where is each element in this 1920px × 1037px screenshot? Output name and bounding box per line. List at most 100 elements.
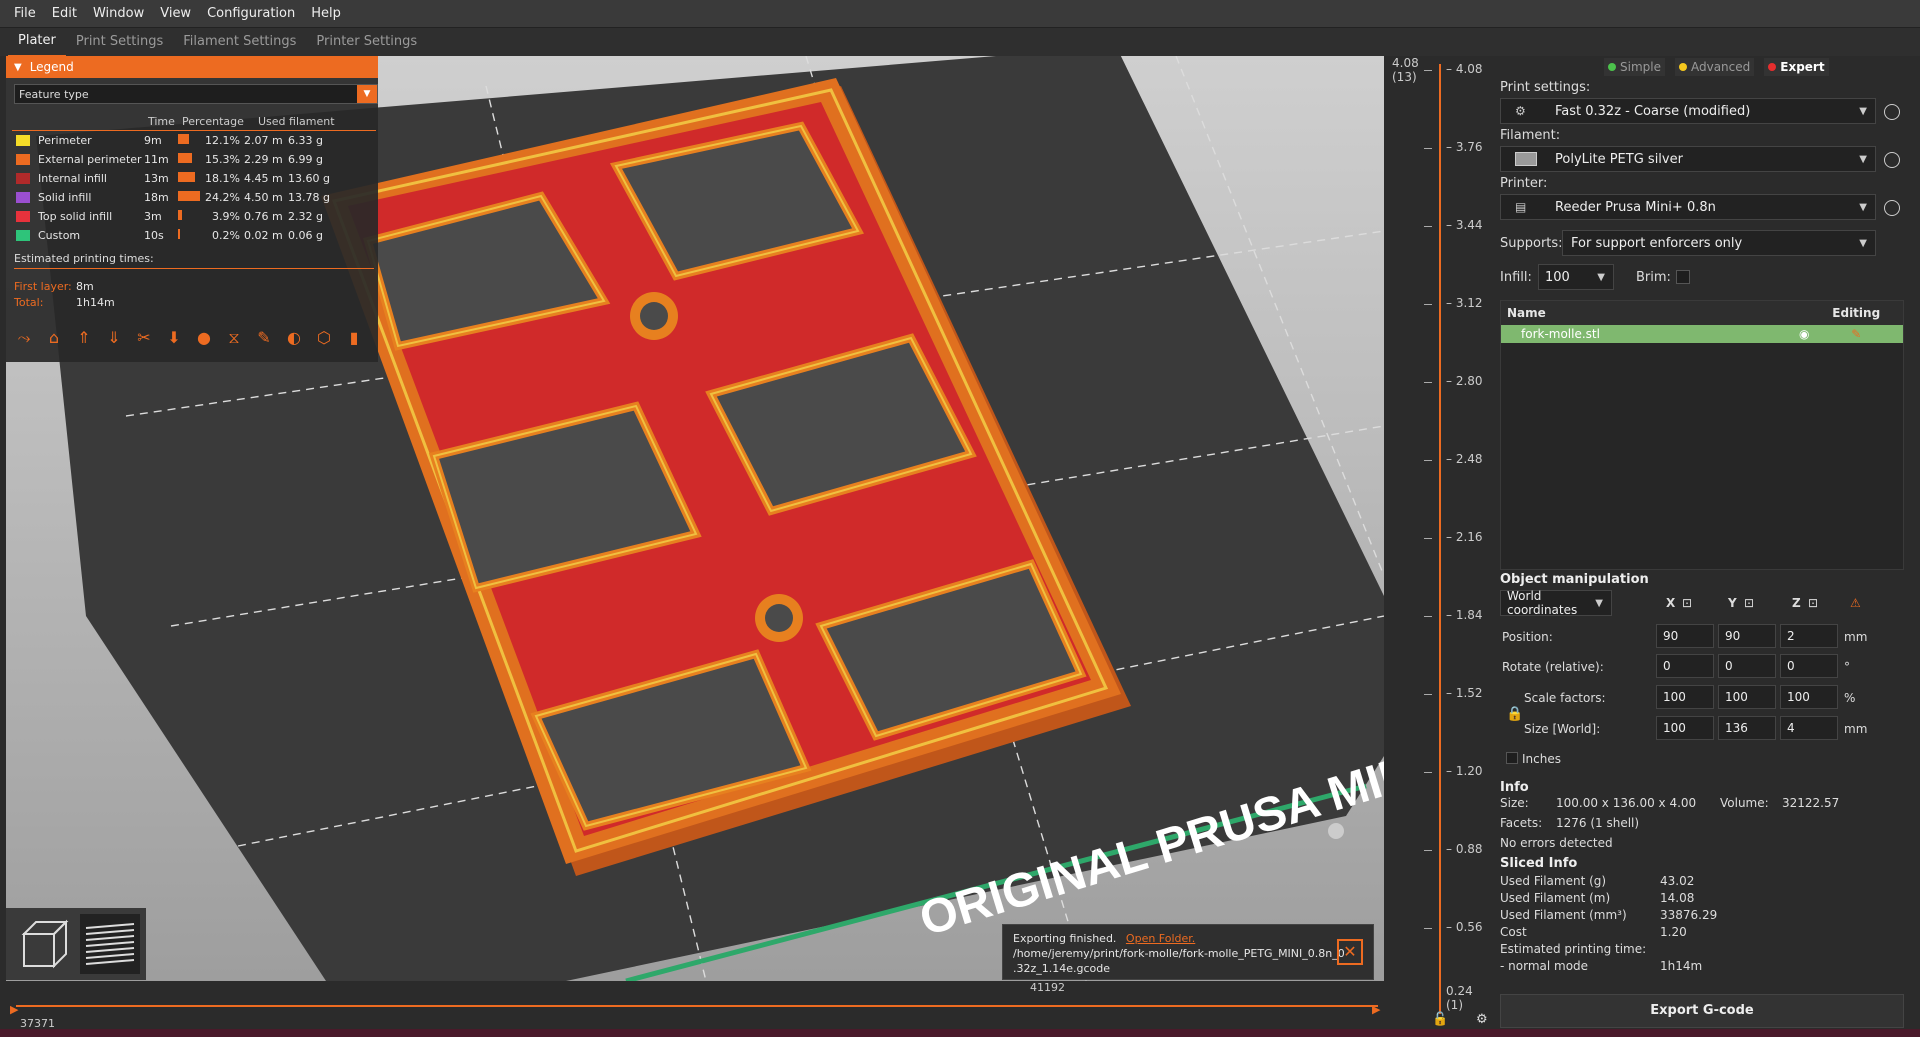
slider-right-thumb[interactable]: ▶ xyxy=(1372,1003,1380,1016)
axis-y: Y xyxy=(1728,596,1737,610)
infill-select[interactable]: 100 ▼ xyxy=(1538,264,1614,290)
scale-y-field[interactable]: 100 xyxy=(1718,685,1776,709)
feature-type-select[interactable]: Feature type ▼ xyxy=(14,84,378,104)
slider-track[interactable] xyxy=(16,1005,1378,1007)
tab-filament-settings[interactable]: Filament Settings xyxy=(173,28,306,56)
sliced-info-row: Estimated printing time: xyxy=(1500,942,1647,956)
layer-tick xyxy=(1424,616,1432,617)
edit-icon[interactable]: ✎ xyxy=(1809,327,1903,341)
legend-item-weight: 6.33 g xyxy=(288,134,323,147)
tab-printer-settings[interactable]: Printer Settings xyxy=(306,28,427,56)
menu-window[interactable]: Window xyxy=(85,0,152,28)
eye-icon[interactable]: ◉ xyxy=(1700,327,1809,341)
supports-label: Supports: xyxy=(1500,236,1563,251)
vertical-layer-slider[interactable]: 4.08 (13) – 4.08 – 3.76 – 3.44 – 3.12 – 2.80… xyxy=(1384,56,1496,1031)
wipe-icon[interactable]: ⌂ xyxy=(42,326,66,350)
travel-icon[interactable]: ⤳ xyxy=(12,326,36,350)
rotate-x-field[interactable]: 0 xyxy=(1656,654,1714,678)
size-unit: mm xyxy=(1844,722,1868,736)
brim-checkbox[interactable] xyxy=(1676,270,1690,284)
rotate-label: Rotate (relative): xyxy=(1502,660,1604,674)
legend-item-time: 10s xyxy=(144,229,164,242)
drop-to-bed-icon[interactable]: ⊡ xyxy=(1744,596,1754,610)
drop-to-bed-icon[interactable]: ⊡ xyxy=(1682,596,1692,610)
mode-advanced[interactable]: Advanced xyxy=(1674,58,1755,76)
printer-select[interactable]: ▤ Reeder Prusa Mini+ 0.8n ▼ xyxy=(1500,194,1876,220)
edit-preset-icon[interactable] xyxy=(1884,200,1900,216)
menu-configuration[interactable]: Configuration xyxy=(199,0,303,28)
slider-left-thumb[interactable]: ▶ xyxy=(10,1003,18,1016)
open-folder-link[interactable]: Open Folder. xyxy=(1126,932,1195,945)
legend-row[interactable]: Perimeter 9m 12.1% 2.07 m 6.33 g xyxy=(12,131,376,150)
sliced-info-row: Used Filament (g) 43.02 xyxy=(1500,874,1695,888)
mode-expert[interactable]: Expert xyxy=(1764,58,1829,76)
coordinates-select[interactable]: World coordinates ▼ xyxy=(1500,589,1612,617)
legend-row[interactable]: Solid infill 18m 24.2% 4.50 m 13.78 g xyxy=(12,188,376,207)
preview-layers-icon[interactable] xyxy=(80,914,140,974)
export-gcode-button[interactable]: Export G-code xyxy=(1500,994,1904,1028)
tab-print-settings[interactable]: Print Settings xyxy=(66,28,173,56)
notification-path-line1: /home/jeremy/print/fork-molle/fork-molle… xyxy=(1013,947,1345,960)
total-row: Total: 1h14m xyxy=(14,296,115,309)
legend-item-pct: 0.2% xyxy=(212,229,240,242)
lock-icon[interactable]: 🔒 xyxy=(1506,706,1523,722)
menu-help[interactable]: Help xyxy=(303,0,349,28)
close-icon[interactable]: ✕ xyxy=(1337,939,1363,965)
center-of-gravity-icon[interactable]: ◐ xyxy=(282,326,306,350)
mode-simple[interactable]: Simple xyxy=(1604,58,1665,76)
size-y-field[interactable]: 136 xyxy=(1718,716,1776,740)
edit-preset-icon[interactable] xyxy=(1884,104,1900,120)
position-z-field[interactable]: 2 xyxy=(1780,624,1838,648)
rotate-y-field[interactable]: 0 xyxy=(1718,654,1776,678)
edit-preset-icon[interactable] xyxy=(1884,152,1900,168)
layer-slider-track[interactable] xyxy=(1439,64,1441,1014)
color-swatch xyxy=(16,211,30,222)
color-changes-icon[interactable]: ● xyxy=(192,326,216,350)
shells-icon[interactable]: ⬡ xyxy=(312,326,336,350)
retractions-icon[interactable]: ⇑ xyxy=(72,326,96,350)
legend-row[interactable]: Top solid infill 3m 3.9% 0.76 m 2.32 g xyxy=(12,207,376,226)
position-y-field[interactable]: 90 xyxy=(1718,624,1776,648)
custom-gcode-icon[interactable]: ✎ xyxy=(252,326,276,350)
pause-prints-icon[interactable]: ⧖ xyxy=(222,326,246,350)
legend-row[interactable]: Internal infill 13m 18.1% 4.45 m 13.60 g xyxy=(12,169,376,188)
drop-to-bed-icon[interactable]: ⊡ xyxy=(1808,596,1818,610)
supports-select[interactable]: For support enforcers only ▼ xyxy=(1562,230,1876,256)
object-row[interactable]: fork-molle.stl ◉ ✎ xyxy=(1501,325,1903,343)
menu-edit[interactable]: Edit xyxy=(44,0,85,28)
inches-checkbox[interactable] xyxy=(1506,752,1518,764)
legend-row[interactable]: Custom 10s 0.2% 0.02 m 0.06 g xyxy=(12,226,376,245)
chevron-down-icon[interactable]: ▼ xyxy=(357,85,377,103)
tab-plater[interactable]: Plater xyxy=(8,27,66,57)
size-x-field[interactable]: 100 xyxy=(1656,716,1714,740)
layer-tick-label: – 0.56 xyxy=(1446,920,1483,934)
scale-x-field[interactable]: 100 xyxy=(1656,685,1714,709)
settings-cog-icon[interactable]: ⚙ xyxy=(1476,1012,1488,1027)
simple-dot-icon xyxy=(1608,63,1616,71)
menu-view[interactable]: View xyxy=(152,0,199,28)
rotate-z-field[interactable]: 0 xyxy=(1780,654,1838,678)
horizontal-move-slider[interactable]: 41192 ▶ ▶ 37371 xyxy=(6,981,1384,1030)
layer-tick xyxy=(1424,148,1432,149)
scale-z-field[interactable]: 100 xyxy=(1780,685,1838,709)
seams-icon[interactable]: ✂ xyxy=(132,326,156,350)
3d-view-icon[interactable] xyxy=(14,914,74,974)
chevron-down-icon: ▼ xyxy=(1859,153,1867,165)
print-settings-select[interactable]: ⚙ Fast 0.32z - Coarse (modified) ▼ xyxy=(1500,98,1876,124)
chevron-down-icon: ▼ xyxy=(1597,271,1605,283)
position-label: Position: xyxy=(1502,630,1553,644)
layer-tick-label: – 1.84 xyxy=(1446,608,1483,622)
menu-file[interactable]: File xyxy=(6,0,44,28)
filament-select[interactable]: PolyLite PETG silver ▼ xyxy=(1500,146,1876,172)
lock-icon[interactable]: 🔓 xyxy=(1432,1012,1448,1027)
tool-changes-icon[interactable]: ⬇ xyxy=(162,326,186,350)
header-time: Time xyxy=(148,114,175,128)
legend-row[interactable]: External perimeter 11m 15.3% 2.29 m 6.99 g xyxy=(12,150,376,169)
tool-marker-icon[interactable]: ▮ xyxy=(342,326,366,350)
notification-message: Exporting finished. xyxy=(1013,932,1117,945)
size-z-field[interactable]: 4 xyxy=(1780,716,1838,740)
deretractions-icon[interactable]: ⇓ xyxy=(102,326,126,350)
legend-header[interactable]: ▼ Legend xyxy=(6,56,378,78)
position-x-field[interactable]: 90 xyxy=(1656,624,1714,648)
collapse-triangle-icon[interactable]: ▼ xyxy=(14,62,22,73)
